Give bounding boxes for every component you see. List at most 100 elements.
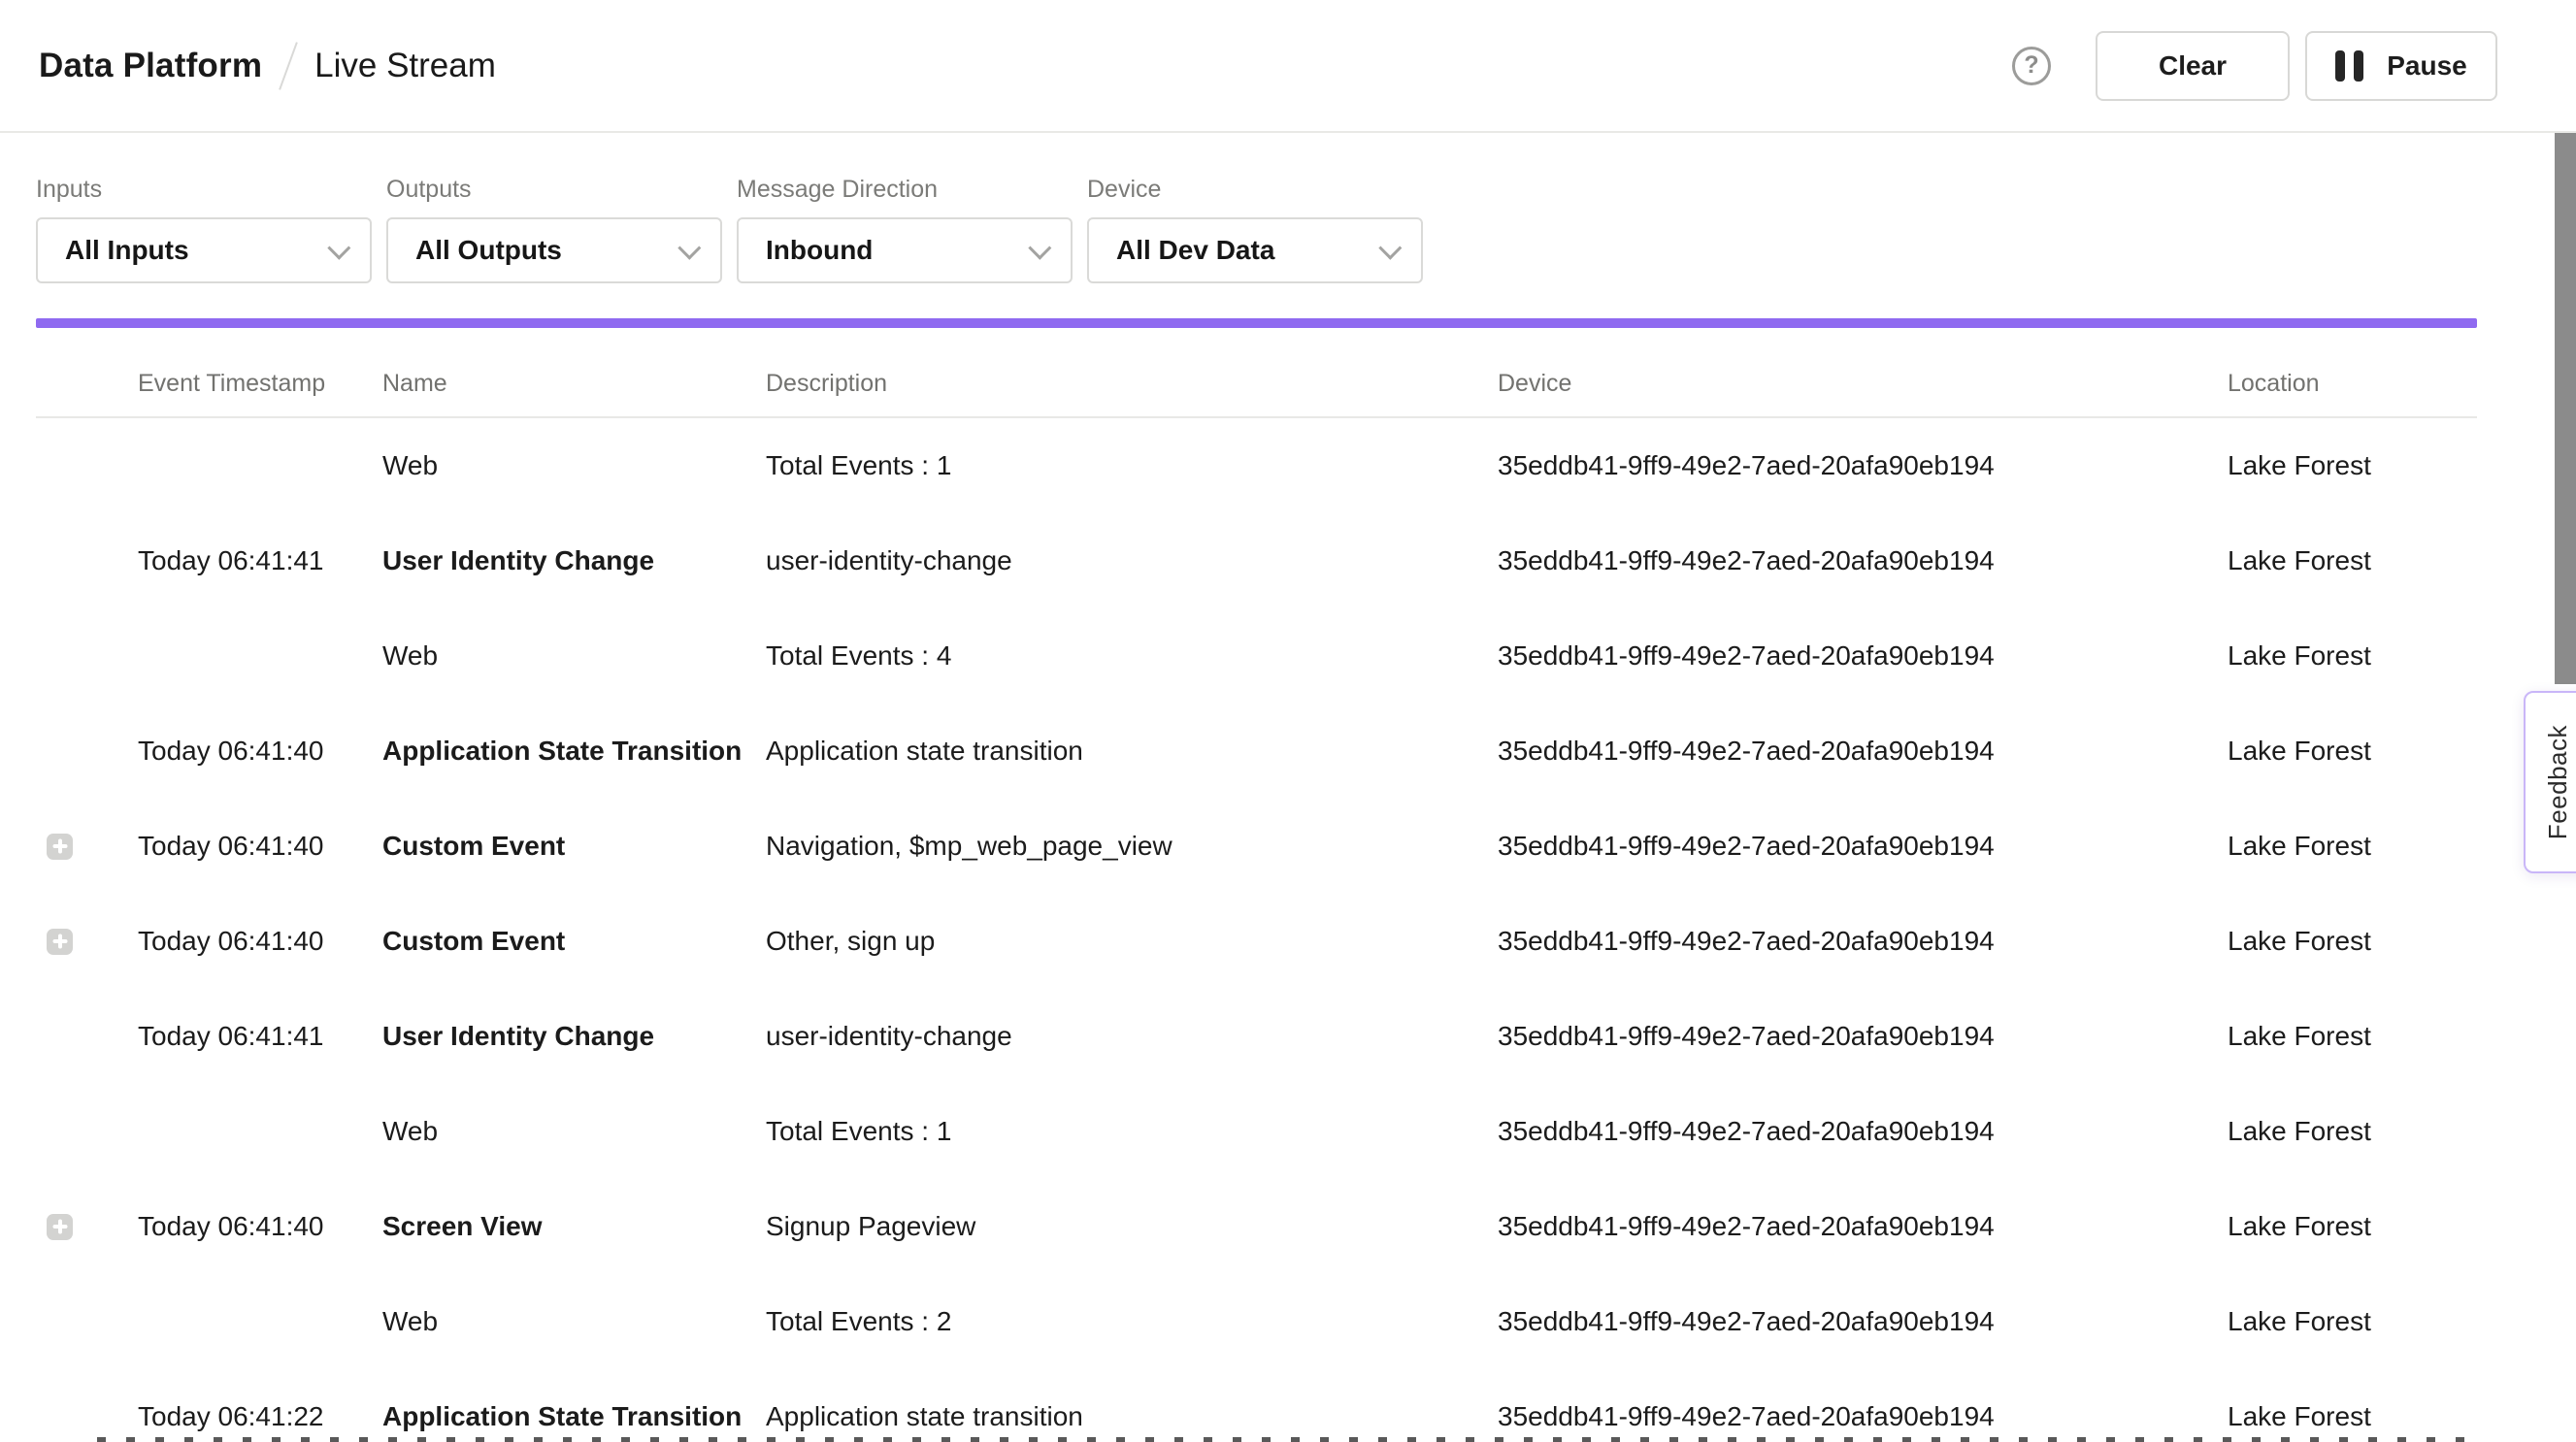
chevron-down-icon (327, 236, 350, 259)
device-select[interactable]: All Dev Data (1087, 217, 1423, 283)
event-timestamp-cell: Today 06:41:40 (138, 736, 382, 767)
event-location-cell: Lake Forest (2228, 1401, 2477, 1432)
table-row[interactable]: Today 06:41:40 Custom Event Other, sign … (0, 894, 2477, 989)
event-device-cell: 35eddb41-9ff9-49e2-7aed-20afa90eb194 (1498, 1306, 2228, 1337)
filter-outputs-label: Outputs (386, 176, 722, 204)
table-row[interactable]: Today 06:41:22 Application State Transit… (0, 1369, 2477, 1442)
breadcrumb-section[interactable]: Data Platform (39, 47, 262, 85)
chevron-down-icon (1028, 236, 1051, 259)
filter-bar: Inputs All Inputs Outputs All Outputs Me… (36, 176, 1423, 283)
live-stream-page: Data Platform Live Stream ? Clear Pause … (0, 0, 2576, 1442)
breadcrumb: Data Platform Live Stream (39, 41, 496, 91)
event-location-cell: Lake Forest (2228, 736, 2477, 767)
table-row[interactable]: Web Total Events : 4 35eddb41-9ff9-49e2-… (0, 608, 2477, 704)
message-direction-select[interactable]: Inbound (737, 217, 1073, 283)
event-location-cell: Lake Forest (2228, 1306, 2477, 1337)
event-description-cell: Application state transition (766, 1401, 1498, 1432)
event-timestamp-cell: Today 06:41:40 (138, 926, 382, 957)
column-header-device: Device (1498, 370, 2228, 398)
event-description-cell: Other, sign up (766, 926, 1498, 957)
expand-row-button[interactable] (47, 929, 73, 955)
column-header-location: Location (2228, 370, 2477, 398)
event-device-cell: 35eddb41-9ff9-49e2-7aed-20afa90eb194 (1498, 545, 2228, 576)
table-row[interactable]: Today 06:41:41 User Identity Change user… (0, 513, 2477, 608)
event-description-cell: Total Events : 2 (766, 1306, 1498, 1337)
table-row[interactable]: Web Total Events : 1 35eddb41-9ff9-49e2-… (0, 418, 2477, 513)
event-description-cell: user-identity-change (766, 545, 1498, 576)
message-direction-select-value: Inbound (766, 235, 873, 266)
event-name-cell: Screen View (382, 1211, 766, 1242)
event-name-cell: Web (382, 1306, 766, 1337)
chevron-down-icon (677, 236, 701, 259)
table-row[interactable]: Today 06:41:40 Screen View Signup Pagevi… (0, 1179, 2477, 1274)
header-actions: ? Clear Pause (2012, 31, 2497, 101)
table-row[interactable]: Web Total Events : 1 35eddb41-9ff9-49e2-… (0, 1084, 2477, 1179)
filter-inputs-label: Inputs (36, 176, 372, 204)
expand-row-button[interactable] (47, 1214, 73, 1240)
clear-button[interactable]: Clear (2096, 31, 2290, 101)
event-device-cell: 35eddb41-9ff9-49e2-7aed-20afa90eb194 (1498, 450, 2228, 481)
device-select-value: All Dev Data (1116, 235, 1274, 266)
event-location-cell: Lake Forest (2228, 926, 2477, 957)
filter-message-direction-label: Message Direction (737, 176, 1073, 204)
column-header-description: Description (766, 370, 1498, 398)
pause-icon (2335, 50, 2363, 82)
event-timestamp-cell: Today 06:41:41 (138, 545, 382, 576)
event-location-cell: Lake Forest (2228, 1211, 2477, 1242)
event-name-cell: Web (382, 450, 766, 481)
event-description-cell: Total Events : 1 (766, 1116, 1498, 1147)
feedback-tab[interactable]: Feedback (2524, 691, 2576, 873)
pause-button-label: Pause (2387, 50, 2467, 82)
event-location-cell: Lake Forest (2228, 450, 2477, 481)
event-location-cell: Lake Forest (2228, 1116, 2477, 1147)
table-header-row: Event Timestamp Name Description Device … (0, 349, 2477, 417)
event-timestamp-cell: Today 06:41:41 (138, 1021, 382, 1052)
pause-button[interactable]: Pause (2305, 31, 2497, 101)
event-name-cell: User Identity Change (382, 545, 766, 576)
filter-inputs: Inputs All Inputs (36, 176, 372, 283)
table-row[interactable]: Today 06:41:41 User Identity Change user… (0, 989, 2477, 1084)
top-header: Data Platform Live Stream ? Clear Pause (0, 0, 2576, 133)
event-name-cell: Application State Transition (382, 1401, 766, 1432)
live-stream-progress-bar (36, 318, 2477, 328)
table-row[interactable]: Today 06:41:40 Application State Transit… (0, 704, 2477, 799)
filter-device-label: Device (1087, 176, 1423, 204)
event-timestamp-cell: Today 06:41:40 (138, 1211, 382, 1242)
event-device-cell: 35eddb41-9ff9-49e2-7aed-20afa90eb194 (1498, 1401, 2228, 1432)
expand-row-button[interactable] (47, 834, 73, 860)
outputs-select-value: All Outputs (415, 235, 562, 266)
table-row[interactable]: Web Total Events : 2 35eddb41-9ff9-49e2-… (0, 1274, 2477, 1369)
chevron-down-icon (1378, 236, 1402, 259)
event-device-cell: 35eddb41-9ff9-49e2-7aed-20afa90eb194 (1498, 736, 2228, 767)
event-description-cell: Total Events : 4 (766, 640, 1498, 672)
next-row-clipped (97, 1437, 2475, 1442)
event-name-cell: Custom Event (382, 831, 766, 862)
filter-outputs: Outputs All Outputs (386, 176, 722, 283)
event-location-cell: Lake Forest (2228, 831, 2477, 862)
event-timestamp-cell: Today 06:41:22 (138, 1401, 382, 1432)
feedback-tab-label: Feedback (2543, 725, 2573, 839)
breadcrumb-separator-icon (279, 42, 298, 90)
page-title: Live Stream (314, 47, 496, 85)
event-device-cell: 35eddb41-9ff9-49e2-7aed-20afa90eb194 (1498, 1211, 2228, 1242)
event-description-cell: Application state transition (766, 736, 1498, 767)
event-name-cell: Web (382, 640, 766, 672)
event-location-cell: Lake Forest (2228, 640, 2477, 672)
help-icon[interactable]: ? (2012, 47, 2051, 85)
table-row[interactable]: Today 06:41:40 Custom Event Navigation, … (0, 799, 2477, 894)
event-device-cell: 35eddb41-9ff9-49e2-7aed-20afa90eb194 (1498, 1021, 2228, 1052)
event-device-cell: 35eddb41-9ff9-49e2-7aed-20afa90eb194 (1498, 640, 2228, 672)
event-timestamp-cell: Today 06:41:40 (138, 831, 382, 862)
filter-device: Device All Dev Data (1087, 176, 1423, 283)
column-header-name: Name (382, 370, 766, 398)
event-description-cell: Total Events : 1 (766, 450, 1498, 481)
event-name-cell: Custom Event (382, 926, 766, 957)
event-description-cell: Navigation, $mp_web_page_view (766, 831, 1498, 862)
filter-message-direction: Message Direction Inbound (737, 176, 1073, 283)
inputs-select[interactable]: All Inputs (36, 217, 372, 283)
event-location-cell: Lake Forest (2228, 1021, 2477, 1052)
outputs-select[interactable]: All Outputs (386, 217, 722, 283)
column-header-event-timestamp: Event Timestamp (138, 370, 382, 398)
event-rows: Web Total Events : 1 35eddb41-9ff9-49e2-… (0, 418, 2477, 1442)
vertical-scrollbar-thumb[interactable] (2555, 133, 2576, 684)
